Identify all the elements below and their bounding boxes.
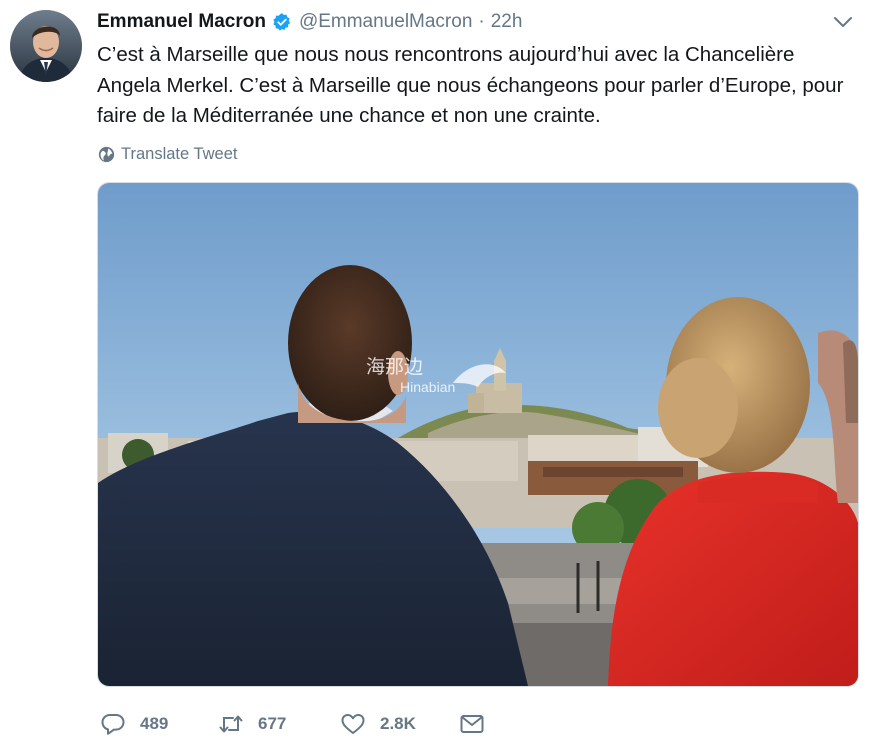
author-handle[interactable]: @EmmanuelMacron bbox=[299, 11, 472, 33]
timestamp[interactable]: 22h bbox=[491, 11, 523, 33]
like-count: 2.8K bbox=[380, 714, 416, 733]
separator-dot: · bbox=[478, 11, 485, 32]
avatar[interactable] bbox=[10, 10, 82, 82]
photo-image: 海那边 Hinabian bbox=[98, 183, 858, 686]
translate-label: Translate Tweet bbox=[121, 144, 238, 163]
tweet-photo[interactable]: 海那边 Hinabian bbox=[97, 182, 859, 687]
retweet-icon bbox=[219, 715, 243, 733]
tweet-text: C’est à Marseille que nous nous rencontr… bbox=[97, 40, 867, 132]
tweet-text-line: C’est à Marseille que nous nous rencontr… bbox=[97, 43, 795, 66]
author-name[interactable]: Emmanuel Macron bbox=[97, 11, 266, 33]
reply-count: 489 bbox=[140, 714, 169, 733]
reply-icon bbox=[101, 714, 125, 735]
globe-icon bbox=[98, 146, 115, 162]
tweet-text-line: Angela Merkel. C’est à Marseille que nou… bbox=[97, 73, 844, 97]
reply-button[interactable]: 489 bbox=[100, 708, 168, 740]
translate-tweet-link[interactable]: Translate Tweet bbox=[98, 143, 237, 165]
chevron-down-icon[interactable] bbox=[832, 14, 854, 30]
tweet-actions: 489 677 2.8K bbox=[100, 708, 600, 740]
retweet-count: 677 bbox=[258, 714, 287, 733]
direct-message-button[interactable] bbox=[459, 708, 485, 740]
envelope-icon bbox=[460, 715, 484, 733]
tweet-header: Emmanuel Macron @EmmanuelMacron · 22h bbox=[97, 9, 522, 35]
tweet-text-line: faire de la Méditerranée une chance et n… bbox=[97, 104, 601, 127]
watermark-en: Hinabian bbox=[400, 379, 455, 395]
avatar-image bbox=[10, 10, 82, 82]
retweet-button[interactable]: 677 bbox=[218, 708, 286, 740]
watermark-cn: 海那边 bbox=[366, 356, 423, 378]
verified-badge-icon bbox=[273, 13, 291, 31]
heart-icon bbox=[341, 714, 365, 734]
like-button[interactable]: 2.8K bbox=[340, 708, 416, 740]
